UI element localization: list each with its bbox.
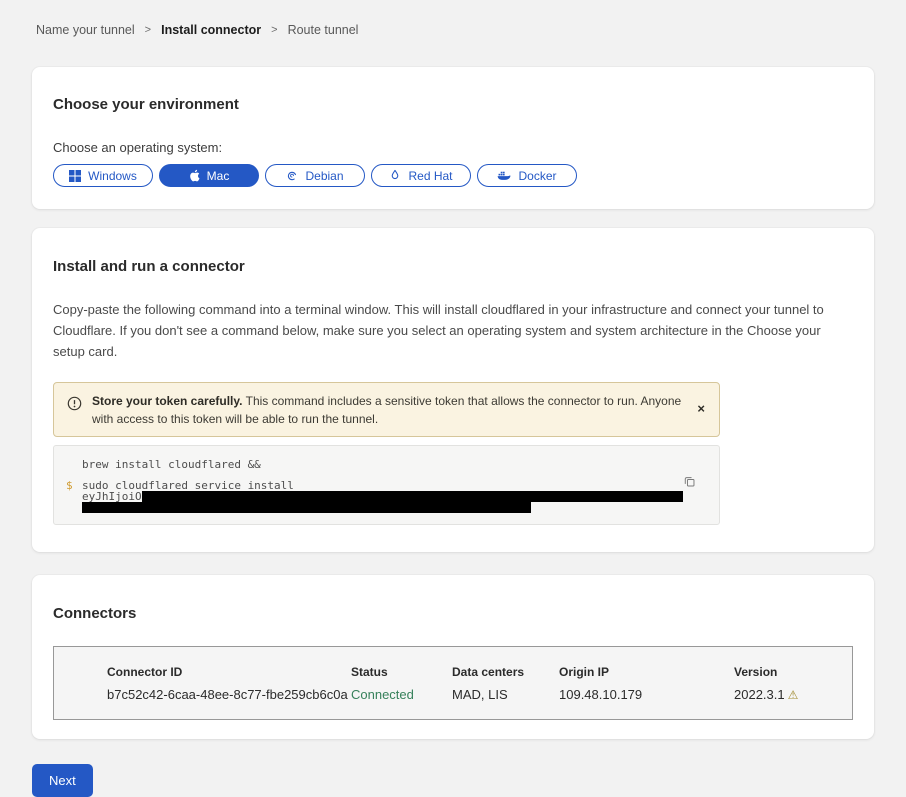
column-header-origin-ip: Origin IP (559, 665, 734, 679)
connectors-card: Connectors Connector ID Status Data cent… (32, 575, 874, 739)
code-line-sudo-group: $ sudo cloudflared service install eyJhI… (54, 480, 719, 513)
os-button-group: Windows Mac Debian Red Hat Docker (53, 164, 853, 187)
connector-origin-ip-value: 109.48.10.179 (559, 687, 734, 702)
token-warning-title: Store your token carefully. (92, 394, 243, 408)
os-button-windows[interactable]: Windows (53, 164, 153, 187)
environment-card-title: Choose your environment (53, 96, 853, 113)
token-redaction-bar (142, 491, 683, 502)
column-header-version: Version (734, 665, 832, 679)
warning-triangle-icon: ⚠ (788, 688, 799, 702)
install-card-title: Install and run a connector (53, 258, 853, 275)
breadcrumb: Name your tunnel > Install connector > R… (0, 0, 906, 37)
connector-data-centers-value: MAD, LIS (452, 687, 559, 702)
docker-logo-icon (497, 170, 511, 181)
connectors-card-title: Connectors (53, 605, 853, 622)
code-line-brew: brew install cloudflared && (54, 459, 719, 471)
breadcrumb-separator: > (145, 24, 151, 36)
close-icon[interactable]: × (695, 398, 707, 419)
install-command-codeblock: brew install cloudflared && $ sudo cloud… (53, 445, 720, 525)
connector-id-value: b7c52c42-6caa-48ee-8c77-fbe259cb6c0a (107, 687, 351, 702)
windows-logo-icon (69, 170, 81, 182)
column-header-data-centers: Data centers (452, 665, 559, 679)
connectors-table: Connector ID Status Data centers Origin … (53, 646, 853, 720)
code-line-token-2 (82, 502, 683, 513)
next-button[interactable]: Next (32, 764, 93, 797)
breadcrumb-step-name-your-tunnel[interactable]: Name your tunnel (36, 23, 135, 37)
code-line-token: eyJhIjoiO (82, 491, 683, 502)
os-button-label: Mac (207, 169, 230, 183)
os-button-label: Windows (88, 169, 137, 183)
redhat-logo-icon (389, 169, 401, 182)
os-button-redhat[interactable]: Red Hat (371, 164, 471, 187)
column-header-connector-id: Connector ID (107, 665, 351, 679)
token-warning-banner: Store your token carefully. This command… (53, 382, 720, 437)
breadcrumb-separator: > (271, 24, 277, 36)
breadcrumb-step-install-connector[interactable]: Install connector (161, 23, 261, 37)
alert-circle-icon (67, 396, 82, 416)
install-instructions: Copy-paste the following command into a … (53, 299, 850, 362)
breadcrumb-step-route-tunnel[interactable]: Route tunnel (288, 23, 359, 37)
environment-card: Choose your environment Choose an operat… (32, 67, 874, 209)
connector-version-value: 2022.3.1⚠ (734, 687, 832, 702)
code-line-sudo: sudo cloudflared service install (82, 480, 683, 491)
token-redaction-bar (82, 502, 531, 513)
os-button-label: Docker (518, 169, 556, 183)
os-button-label: Red Hat (408, 169, 452, 183)
os-button-label: Debian (305, 169, 343, 183)
column-header-status: Status (351, 665, 452, 679)
install-connector-card: Install and run a connector Copy-paste t… (32, 228, 874, 552)
apple-logo-icon (189, 169, 200, 182)
os-button-debian[interactable]: Debian (265, 164, 365, 187)
token-prefix: eyJhIjoiO (82, 491, 142, 502)
os-select-label: Choose an operating system: (53, 140, 853, 155)
connector-table-row: b7c52c42-6caa-48ee-8c77-fbe259cb6c0a Con… (107, 687, 832, 702)
connector-status-badge: Connected (351, 687, 452, 702)
version-number: 2022.3.1 (734, 687, 785, 702)
os-button-mac[interactable]: Mac (159, 164, 259, 187)
shell-prompt: $ (54, 480, 82, 513)
token-warning-text: Store your token carefully. This command… (92, 392, 685, 428)
copy-icon[interactable] (681, 473, 698, 493)
debian-logo-icon (286, 170, 298, 182)
os-button-docker[interactable]: Docker (477, 164, 577, 187)
connectors-table-header: Connector ID Status Data centers Origin … (107, 665, 832, 679)
